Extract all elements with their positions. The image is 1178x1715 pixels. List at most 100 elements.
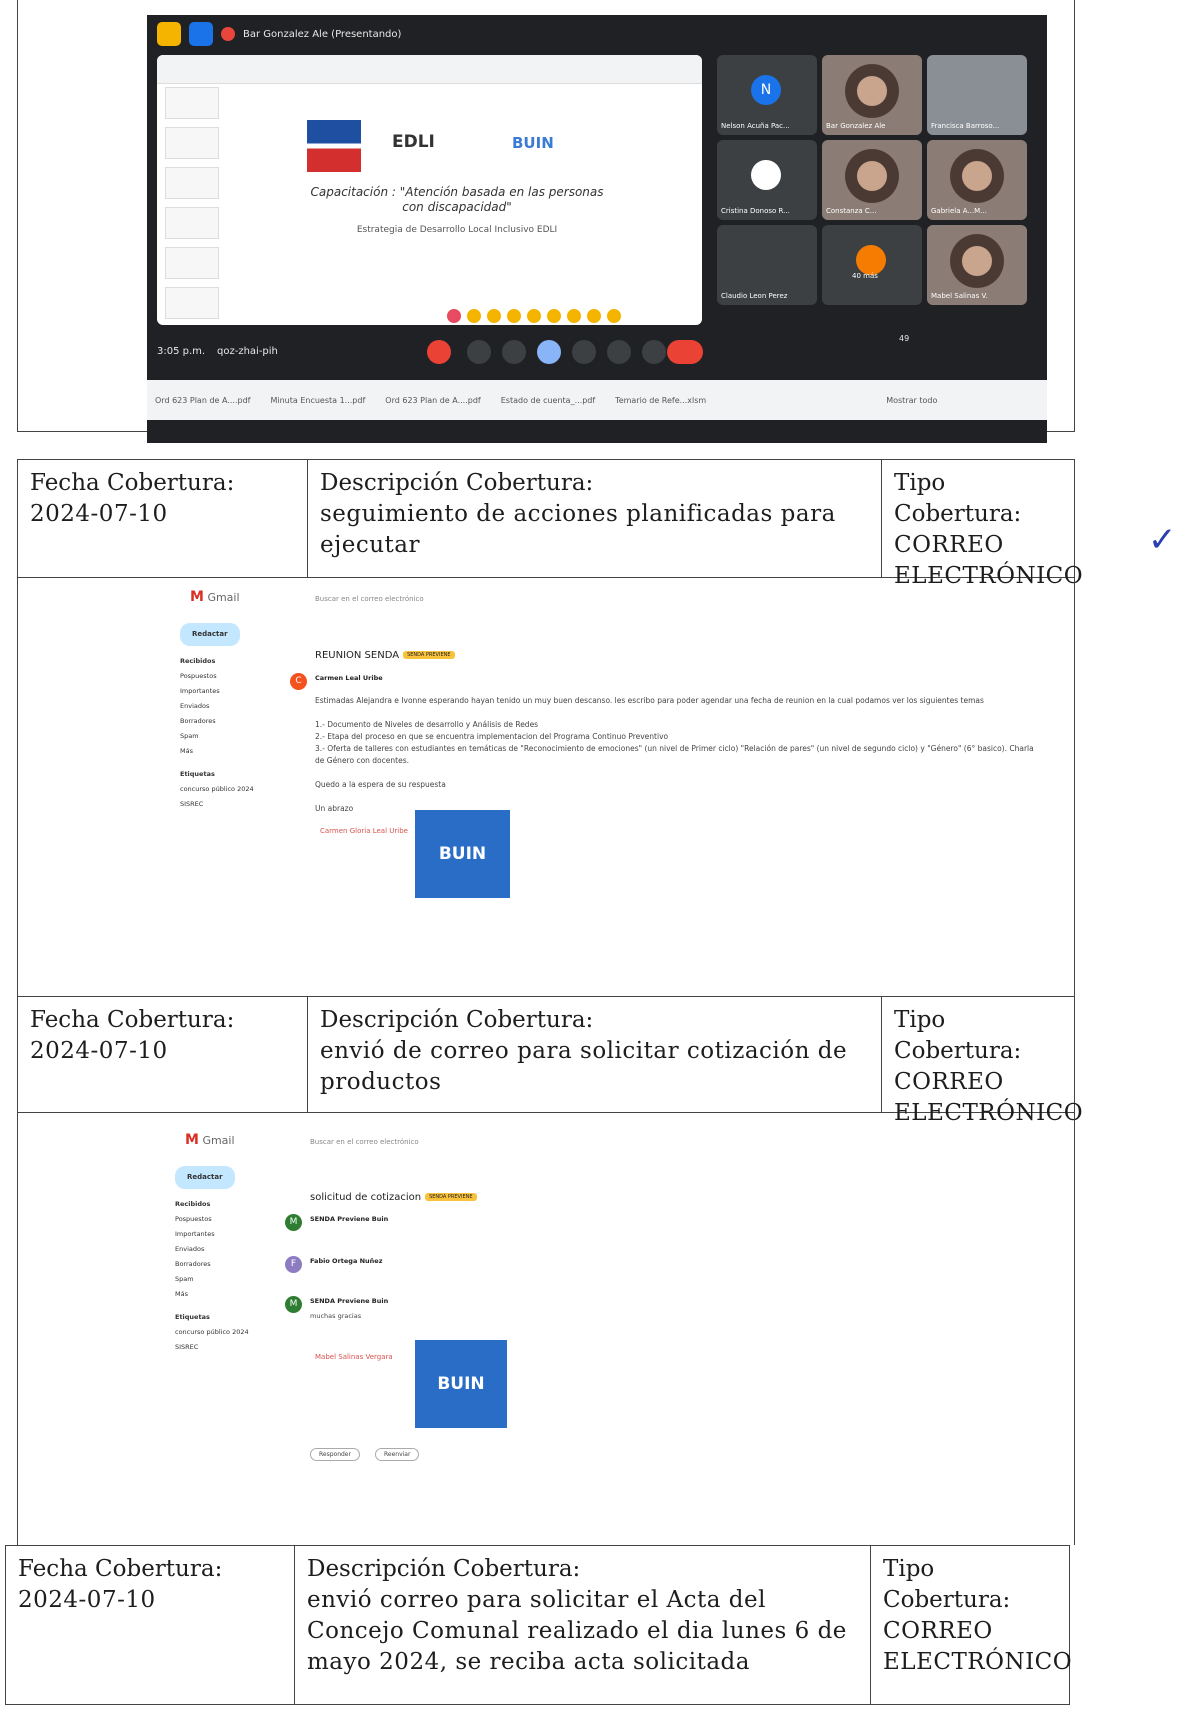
descripcion-value: envió correo para solicitar el Acta del …	[307, 1587, 847, 1675]
gmail-screenshot-2: M Gmail Buscar en el correo electrónico …	[145, 1128, 1035, 1533]
gmail-sidebar: Redactar Recibidos Pospuestos Importante…	[180, 623, 290, 812]
compose-button[interactable]: Redactar	[180, 623, 240, 646]
participant-name: 40 más	[852, 272, 878, 280]
folder-item[interactable]: Borradores	[180, 714, 290, 729]
folder-item[interactable]: Recibidos	[180, 654, 290, 669]
slide-thumbnail[interactable]	[165, 167, 219, 199]
folder-item[interactable]: Spam	[180, 729, 290, 744]
leave-call-icon[interactable]	[667, 340, 703, 364]
downloads-bar: Ord 623 Plan de A....pdf Minuta Encuesta…	[147, 380, 1047, 420]
descripcion-cell: Descripción Cobertura: envió de correo p…	[307, 997, 881, 1112]
participant-name: Constanza C...	[826, 207, 877, 215]
sender-avatar: F	[285, 1256, 302, 1273]
search-input[interactable]: Buscar en el correo electrónico	[315, 595, 424, 603]
gmail-screenshot-1: M Gmail Buscar en el correo electrónico …	[150, 585, 1040, 990]
sender-name: SENDA Previene Buin	[310, 1297, 389, 1305]
folder-item[interactable]: Enviados	[175, 1242, 285, 1257]
tipo-cell: Tipo Cobertura: CORREO ELECTRÓNICO	[881, 460, 1083, 589]
folder-item[interactable]: Recibidos	[175, 1197, 285, 1212]
slide-subtitle: Estrategia de Desarrollo Local Inclusivo…	[356, 225, 558, 235]
surprised-icon[interactable]	[547, 309, 561, 323]
folder-item[interactable]: Importantes	[180, 684, 290, 699]
heart-icon[interactable]	[447, 309, 461, 323]
sad-icon[interactable]	[567, 309, 581, 323]
download-item[interactable]: Estado de cuenta_...pdf	[501, 396, 595, 405]
party-icon[interactable]	[487, 309, 501, 323]
folder-item[interactable]: Enviados	[180, 699, 290, 714]
thumbs-down-icon[interactable]	[607, 309, 621, 323]
participant-avatar: N	[751, 75, 781, 105]
emoji-icon[interactable]	[537, 340, 561, 364]
participant-tile[interactable]: Claudio Leon Perez	[717, 225, 817, 305]
current-slide: EDLI BUIN Capacitación : "Atención basad…	[237, 110, 677, 305]
download-item[interactable]: Minuta Encuesta 1...pdf	[270, 396, 365, 405]
thumbs-up-icon[interactable]	[467, 309, 481, 323]
label-item[interactable]: SISREC	[180, 797, 290, 812]
label-item[interactable]: concurso público 2024	[180, 782, 290, 797]
activities-icon[interactable]	[947, 340, 971, 364]
fecha-cell: Fecha Cobertura: 2024-07-10	[18, 997, 307, 1112]
participant-tile[interactable]: Gabriela A...M...	[927, 140, 1027, 220]
forward-button[interactable]: Reenviar	[375, 1448, 420, 1461]
slide-thumbnail[interactable]	[165, 247, 219, 279]
participant-name: Cristina Donoso R...	[721, 207, 790, 215]
folder-item[interactable]: Borradores	[175, 1257, 285, 1272]
tipo-cell: Tipo Cobertura: CORREO ELECTRÓNICO	[881, 997, 1083, 1126]
participant-tile[interactable]: 40 más	[822, 225, 922, 305]
download-item[interactable]: Ord 623 Plan de A....pdf	[385, 396, 480, 405]
folder-item[interactable]: Pospuestos	[180, 669, 290, 684]
email-subject: REUNION SENDA SENDA PREVIENE	[315, 650, 455, 661]
label-item[interactable]: SISREC	[175, 1340, 285, 1355]
slide-thumbnail[interactable]	[165, 127, 219, 159]
people-icon[interactable]	[887, 340, 911, 364]
download-item[interactable]: Temario de Refe...xlsm	[615, 396, 706, 405]
search-input[interactable]: Buscar en el correo electrónico	[310, 1138, 419, 1146]
slide-title: Capacitación : "Atención basada en las p…	[310, 185, 604, 214]
gmail-logo: M Gmail	[185, 1132, 235, 1148]
slide-thumbnail[interactable]	[165, 207, 219, 239]
edli-logo: EDLI	[392, 132, 435, 152]
camera-icon[interactable]	[467, 340, 491, 364]
participant-tile[interactable]: N Nelson Acuña Pac...	[717, 55, 817, 135]
laugh-icon[interactable]	[527, 309, 541, 323]
present-icon[interactable]	[572, 340, 596, 364]
download-item[interactable]: Ord 623 Plan de A....pdf	[155, 396, 250, 405]
folder-item[interactable]: Pospuestos	[175, 1212, 285, 1227]
show-all-link[interactable]: Mostrar todo	[886, 396, 937, 405]
participant-tile[interactable]: Mabel Salinas V.	[927, 225, 1027, 305]
folder-item[interactable]: Spam	[175, 1272, 285, 1287]
tipo-label: Tipo Cobertura:	[894, 1007, 1022, 1064]
checkmark: ✓	[1148, 520, 1177, 560]
folder-item[interactable]: Más	[180, 744, 290, 759]
gmail-m-icon: M	[185, 1132, 199, 1148]
more-options-icon[interactable]	[642, 340, 666, 364]
thinking-icon[interactable]	[587, 309, 601, 323]
participant-name: Nelson Acuña Pac...	[721, 122, 790, 130]
descripcion-cell: Descripción Cobertura: seguimiento de ac…	[307, 460, 881, 577]
coverage-row-1: Fecha Cobertura: 2024-07-10 Descripción …	[17, 459, 1083, 589]
fecha-label: Fecha Cobertura:	[18, 1556, 223, 1582]
reply-button[interactable]: Responder	[310, 1448, 360, 1461]
captions-icon[interactable]	[502, 340, 526, 364]
folder-item[interactable]: Importantes	[175, 1227, 285, 1242]
participant-tile[interactable]: Cristina Donoso R...	[717, 140, 817, 220]
participant-tile[interactable]: Francisca Barroso...	[927, 55, 1027, 135]
compose-button[interactable]: Redactar	[175, 1166, 235, 1189]
participant-tile[interactable]: Constanza C...	[822, 140, 922, 220]
slide-thumbnail[interactable]	[165, 287, 219, 319]
descripcion-cell: Descripción Cobertura: envió correo para…	[294, 1546, 870, 1704]
clap-icon[interactable]	[507, 309, 521, 323]
buin-logo: BUIN	[512, 134, 554, 152]
slide-thumbnail[interactable]	[165, 87, 219, 119]
info-icon[interactable]	[857, 340, 881, 364]
label-item[interactable]: concurso público 2024	[175, 1325, 285, 1340]
participant-tile[interactable]: Bar Gonzalez Ale	[822, 55, 922, 135]
fecha-value: 2024-07-10	[18, 1587, 156, 1613]
coverage-row-3: Fecha Cobertura: 2024-07-10 Descripción …	[5, 1545, 1072, 1705]
raise-hand-icon[interactable]	[607, 340, 631, 364]
participant-avatar	[856, 245, 886, 275]
mic-icon[interactable]	[427, 340, 451, 364]
participant-grid: N Nelson Acuña Pac... Bar Gonzalez Ale F…	[717, 55, 1039, 325]
chat-icon[interactable]	[917, 340, 941, 364]
folder-item[interactable]: Más	[175, 1287, 285, 1302]
